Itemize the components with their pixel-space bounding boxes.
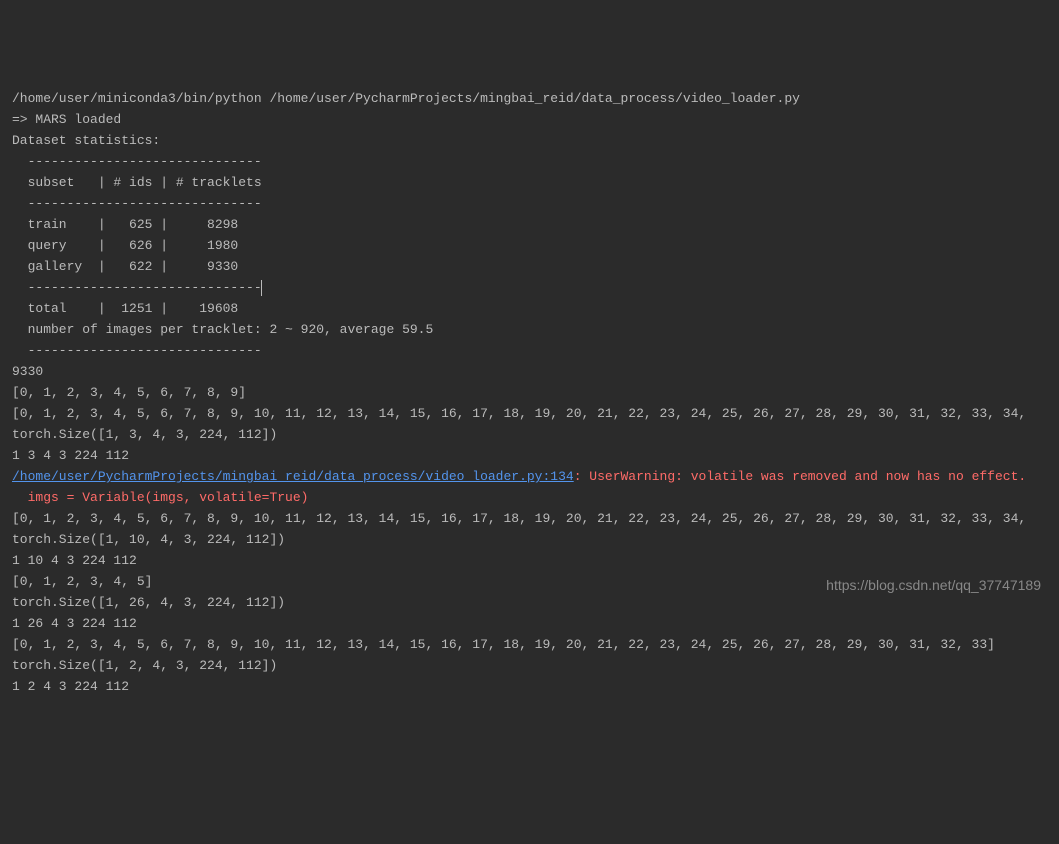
output-line: 1 26 4 3 224 112: [12, 616, 137, 631]
terminal-output[interactable]: /home/user/miniconda3/bin/python /home/u…: [12, 88, 1047, 697]
warning-file-link[interactable]: /home/user/PycharmProjects/mingbai_reid/…: [12, 469, 574, 484]
text-cursor: [261, 280, 262, 296]
watermark: https://blog.csdn.net/qq_37747189: [826, 575, 1041, 596]
output-line: ------------------------------: [12, 343, 262, 358]
output-line: subset | # ids | # tracklets: [12, 175, 262, 190]
command-line: /home/user/miniconda3/bin/python /home/u…: [12, 91, 800, 106]
output-line: => MARS loaded: [12, 112, 121, 127]
output-line: [0, 1, 2, 3, 4, 5, 6, 7, 8, 9, 10, 11, 1…: [12, 406, 1026, 421]
output-line: [0, 1, 2, 3, 4, 5, 6, 7, 8, 9, 10, 11, 1…: [12, 637, 995, 652]
output-line: ------------------------------: [12, 280, 262, 295]
output-line: [0, 1, 2, 3, 4, 5]: [12, 574, 152, 589]
output-line: number of images per tracklet: 2 ~ 920, …: [12, 322, 433, 337]
output-line: 1 10 4 3 224 112: [12, 553, 137, 568]
output-line: torch.Size([1, 10, 4, 3, 224, 112]): [12, 532, 285, 547]
output-line: ------------------------------: [12, 196, 262, 211]
output-line: [0, 1, 2, 3, 4, 5, 6, 7, 8, 9]: [12, 385, 246, 400]
output-line: total | 1251 | 19608: [12, 301, 238, 316]
output-line: query | 626 | 1980: [12, 238, 238, 253]
output-line: train | 625 | 8298: [12, 217, 238, 232]
output-line: [0, 1, 2, 3, 4, 5, 6, 7, 8, 9, 10, 11, 1…: [12, 511, 1026, 526]
output-line: 1 3 4 3 224 112: [12, 448, 129, 463]
output-line: gallery | 622 | 9330: [12, 259, 238, 274]
output-line: torch.Size([1, 3, 4, 3, 224, 112]): [12, 427, 277, 442]
warning-code: imgs = Variable(imgs, volatile=True): [12, 490, 308, 505]
output-line: 1 2 4 3 224 112: [12, 679, 129, 694]
output-line: 9330: [12, 364, 43, 379]
output-line: ------------------------------: [12, 154, 262, 169]
output-line: torch.Size([1, 2, 4, 3, 224, 112]): [12, 658, 277, 673]
warning-message: : UserWarning: volatile was removed and …: [574, 469, 1026, 484]
output-line: Dataset statistics:: [12, 133, 160, 148]
